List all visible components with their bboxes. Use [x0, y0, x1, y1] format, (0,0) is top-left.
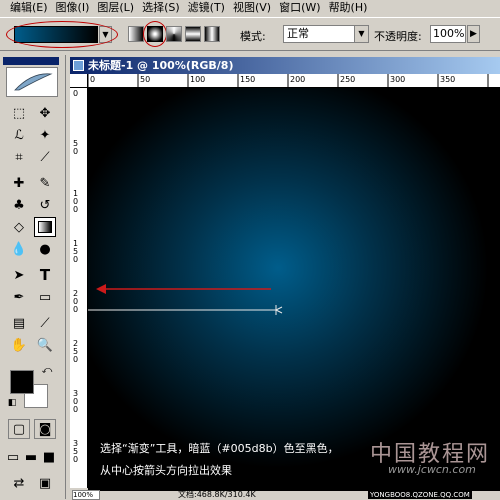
- mode-select[interactable]: 正常 ▼: [283, 25, 369, 43]
- clone-stamp-tool-icon[interactable]: ♣: [8, 195, 30, 215]
- blur-tool-icon[interactable]: 💧: [8, 239, 30, 259]
- ruler-h-label: 300: [390, 75, 406, 84]
- crop-tool-icon[interactable]: ⌗: [8, 147, 30, 167]
- photoshop-logo[interactable]: [6, 67, 58, 97]
- chevron-down-icon[interactable]: ▼: [354, 26, 368, 42]
- gradient-end-arrow-top: [275, 306, 283, 311]
- history-brush-tool-icon[interactable]: ↺: [34, 195, 56, 215]
- feather-icon: [14, 73, 53, 91]
- site-url-watermark: YONGBOO8.QZONE.QQ.COM: [368, 491, 472, 499]
- lasso-tool-icon[interactable]: ℒ: [8, 125, 30, 145]
- direction-arrow-head: [96, 284, 106, 294]
- opacity-label: 不透明度:: [374, 30, 422, 43]
- full-screen-mode-icon[interactable]: ■: [40, 447, 58, 467]
- brush-tool-icon[interactable]: ✎: [34, 173, 56, 193]
- menu-help[interactable]: 帮助(H): [327, 0, 374, 16]
- opacity-input[interactable]: 100%: [430, 25, 466, 43]
- menu-bar: 编辑(E) 图像(I) 图层(L) 选择(S) 滤镜(T) 视图(V) 窗口(W…: [0, 0, 500, 16]
- zoom-tool-icon[interactable]: 🔍: [34, 335, 56, 355]
- notes-tool-icon[interactable]: ▤: [8, 313, 30, 333]
- ruler-v-label: 1 0 0: [73, 189, 79, 214]
- menu-view[interactable]: 视图(V): [231, 0, 277, 16]
- default-colors-icon[interactable]: ◧: [6, 397, 18, 409]
- foreground-color-swatch[interactable]: [10, 370, 34, 394]
- mode-value: 正常: [287, 27, 309, 40]
- highlight-oval-gradient: [6, 21, 118, 48]
- mode-label: 模式:: [240, 30, 266, 43]
- document-window: 未标题-1 @ 100%(RGB/8) 0 50 100 150 200 250…: [68, 55, 500, 500]
- options-bar: ▼ 模式: 正常 ▼ 不透明度: 100% ▶: [0, 17, 500, 51]
- document-titlebar[interactable]: 未标题-1 @ 100%(RGB/8): [70, 57, 500, 74]
- imageready-icon[interactable]: ⇄: [8, 473, 30, 493]
- ruler-h-label: 250: [340, 75, 356, 84]
- ruler-v-label: 3 0 0: [73, 389, 79, 414]
- ruler-origin[interactable]: [70, 74, 88, 88]
- menu-image[interactable]: 图像(I): [54, 0, 96, 16]
- marquee-tool-icon[interactable]: ⬚: [8, 103, 30, 123]
- toolbox: ⬚ ✥ ℒ ✦ ⌗ ⟋ ✚ ✎ ♣ ↺ ◇ 💧 ● ➤ T ✒ ▭ ▤ ⟋ ✋ …: [0, 55, 66, 499]
- eyedropper-tool-icon[interactable]: ⟋: [34, 313, 56, 333]
- gradient-end-arrow-bottom: [275, 309, 283, 314]
- standard-screen-mode-icon[interactable]: ▭: [4, 447, 22, 467]
- ruler-h-label: 200: [290, 75, 306, 84]
- path-selection-tool-icon[interactable]: ➤: [8, 265, 30, 285]
- horizontal-ruler[interactable]: 0 50 100 150 200 250 300 350: [88, 74, 500, 88]
- highlight-oval-radial: [143, 21, 167, 47]
- opacity-slider-arrow[interactable]: ▶: [467, 25, 480, 43]
- full-screen-menu-mode-icon[interactable]: ▬: [22, 447, 40, 467]
- type-tool-icon[interactable]: T: [34, 265, 56, 285]
- eraser-tool-icon[interactable]: ◇: [8, 217, 30, 237]
- watermark-url: www.jcwcn.com: [388, 463, 476, 476]
- ruler-h-label: 150: [240, 75, 256, 84]
- document-size-info[interactable]: 文档:468.8K/310.4K: [178, 490, 256, 499]
- angle-gradient-icon[interactable]: [166, 26, 182, 42]
- toolbox-titlebar[interactable]: [3, 57, 59, 65]
- gradient-tool-icon[interactable]: [34, 217, 56, 237]
- pen-tool-icon[interactable]: ✒: [8, 287, 30, 307]
- ruler-h-label: 0: [90, 75, 96, 84]
- ruler-v-label: 5 0: [73, 139, 79, 156]
- ruler-v-label: 2 0 0: [73, 289, 79, 314]
- vertical-ruler[interactable]: 0 5 0 1 0 0 1 5 0 2 0 0 2 5 0 3 0 0 3 5 …: [70, 88, 88, 488]
- ruler-v-label: 3 5 0: [73, 439, 79, 464]
- slice-tool-icon[interactable]: ⟋: [34, 147, 56, 167]
- magic-wand-tool-icon[interactable]: ✦: [34, 125, 56, 145]
- shape-tool-icon[interactable]: ▭: [34, 287, 56, 307]
- reflected-gradient-icon[interactable]: [185, 26, 201, 42]
- jump-to-imageready-icon[interactable]: ▣: [34, 473, 56, 493]
- ruler-h-label: 100: [190, 75, 206, 84]
- quick-mask-mode-icon[interactable]: ◙: [34, 419, 56, 439]
- menu-layer[interactable]: 图层(L): [95, 0, 140, 16]
- ruler-v-label: 2 5 0: [73, 339, 79, 364]
- ruler-h-label: 350: [440, 75, 456, 84]
- canvas[interactable]: 选择“渐变”工具，暗蓝（#005d8b）色至黑色， 从中心按箭头方向拉出效果 中…: [88, 88, 500, 493]
- ruler-v-label: 1 5 0: [73, 239, 79, 264]
- document-title: 未标题-1 @ 100%(RGB/8): [88, 59, 234, 72]
- menu-edit[interactable]: 编辑(E): [8, 0, 54, 16]
- standard-mode-icon[interactable]: ▢: [8, 419, 30, 439]
- healing-brush-tool-icon[interactable]: ✚: [8, 173, 30, 193]
- ruler-v-label: 0: [73, 89, 79, 98]
- swap-colors-icon[interactable]: ⤺: [40, 363, 54, 377]
- menu-select[interactable]: 选择(S): [140, 0, 186, 16]
- move-tool-icon[interactable]: ✥: [34, 103, 56, 123]
- document-icon: [73, 60, 84, 71]
- ruler-h-label: 50: [140, 75, 151, 84]
- linear-gradient-icon[interactable]: [128, 26, 144, 42]
- dodge-tool-icon[interactable]: ●: [34, 239, 56, 259]
- menu-window[interactable]: 窗口(W): [277, 0, 326, 16]
- caption-line-1: 选择“渐变”工具，暗蓝（#005d8b）色至黑色，: [100, 442, 339, 455]
- menu-filter[interactable]: 滤镜(T): [186, 0, 231, 16]
- diamond-gradient-icon[interactable]: [204, 26, 220, 42]
- gradient-direction-overlay: [88, 284, 283, 315]
- hand-tool-icon[interactable]: ✋: [8, 335, 30, 355]
- caption-line-2: 从中心按箭头方向拉出效果: [100, 464, 232, 477]
